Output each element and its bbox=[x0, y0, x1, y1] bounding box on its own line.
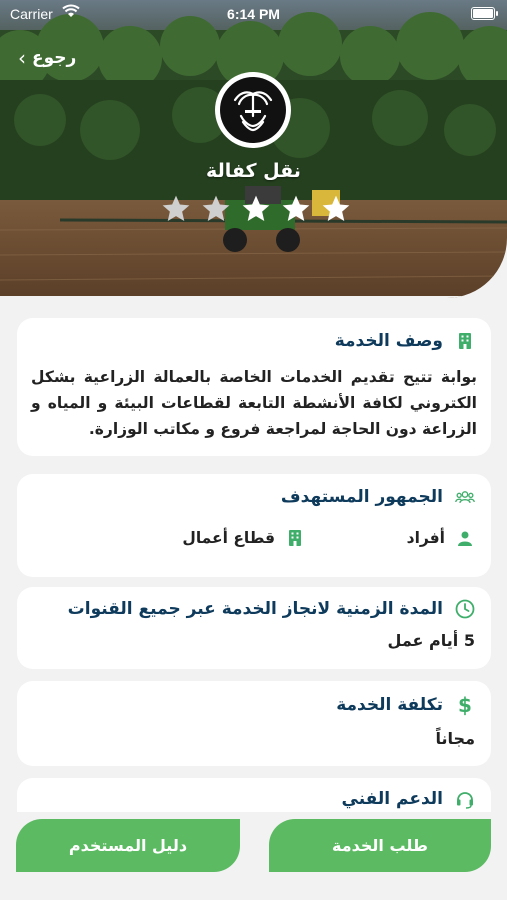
star-icon[interactable] bbox=[320, 193, 352, 225]
ministry-logo bbox=[215, 72, 291, 148]
palm-logo-icon bbox=[233, 91, 273, 132]
hero-banner: Carrier 6:14 PM ‹ رجوع نقل كفالة bbox=[0, 0, 507, 298]
request-service-button[interactable]: طلب الخدمة bbox=[269, 819, 491, 872]
description-card: وصف الخدمة بوابة تتيح تقديم الخدمات الخا… bbox=[17, 318, 491, 456]
audience-header: الجمهور المستهدف bbox=[17, 474, 491, 520]
star-icon[interactable] bbox=[160, 193, 192, 225]
dollar-icon: $ bbox=[458, 693, 472, 717]
description-title: وصف الخدمة bbox=[334, 331, 443, 351]
duration-header: المدة الزمنية لانجاز الخدمة عبر جميع الق… bbox=[17, 587, 491, 631]
status-bar: Carrier 6:14 PM bbox=[0, 0, 507, 28]
building-icon bbox=[455, 331, 475, 351]
back-label: رجوع bbox=[32, 48, 77, 68]
clock-icon bbox=[455, 599, 475, 619]
headset-icon bbox=[455, 789, 475, 809]
audience-item-business: قطاع أعمال bbox=[182, 528, 305, 548]
support-title: الدعم الفني bbox=[341, 789, 443, 809]
rating-stars[interactable] bbox=[160, 193, 352, 225]
service-title: نقل كفالة bbox=[206, 160, 301, 182]
audience-label: قطاع أعمال bbox=[182, 529, 275, 547]
duration-title: المدة الزمنية لانجاز الخدمة عبر جميع الق… bbox=[67, 599, 443, 619]
battery-icon bbox=[471, 7, 498, 20]
person-icon bbox=[455, 528, 475, 548]
audience-item-individuals: أفراد bbox=[305, 528, 475, 548]
duration-card: المدة الزمنية لانجاز الخدمة عبر جميع الق… bbox=[17, 587, 491, 669]
building-icon bbox=[285, 528, 305, 548]
audience-title: الجمهور المستهدف bbox=[280, 487, 443, 507]
back-button[interactable]: ‹ رجوع bbox=[18, 46, 76, 70]
description-text: بوابة تتيح تقديم الخدمات الخاصة بالعمالة… bbox=[31, 368, 477, 438]
user-guide-button[interactable]: دليل المستخدم bbox=[16, 819, 240, 872]
audience-card: الجمهور المستهدف أفراد قطاع أعمال bbox=[17, 474, 491, 577]
cost-card: $ تكلفة الخدمة مجاناً bbox=[17, 681, 491, 766]
users-group-icon bbox=[455, 487, 475, 507]
star-icon[interactable] bbox=[240, 193, 272, 225]
clock-label: 6:14 PM bbox=[227, 6, 280, 22]
cost-header: $ تكلفة الخدمة bbox=[17, 681, 491, 729]
cost-title: تكلفة الخدمة bbox=[336, 695, 443, 715]
star-icon[interactable] bbox=[280, 193, 312, 225]
cost-value: مجاناً bbox=[435, 729, 475, 748]
star-icon[interactable] bbox=[200, 193, 232, 225]
audience-label: أفراد bbox=[406, 529, 445, 547]
chevron-left-icon: ‹ bbox=[18, 46, 26, 70]
description-header: وصف الخدمة bbox=[17, 318, 491, 364]
farm-field-image bbox=[0, 0, 507, 298]
duration-value: 5 أيام عمل bbox=[387, 631, 475, 650]
audience-list: أفراد قطاع أعمال bbox=[17, 528, 491, 548]
